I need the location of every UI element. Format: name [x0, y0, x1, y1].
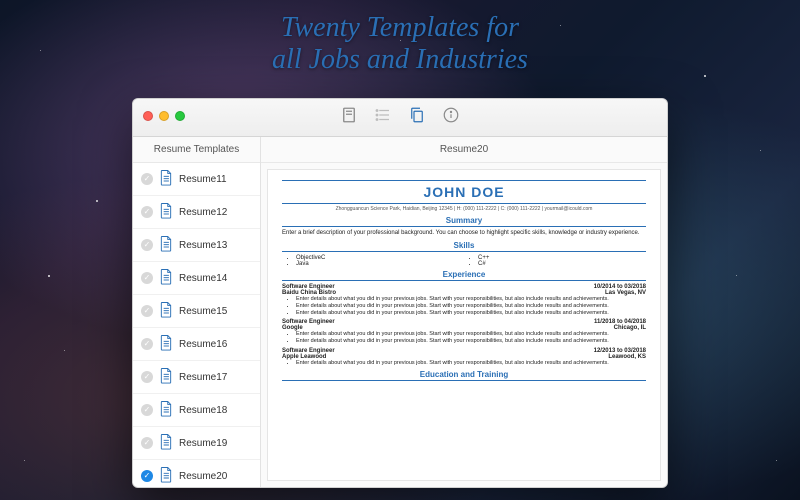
job-company: Baidu China Bistro [282, 290, 336, 296]
sidebar-item-label: Resume18 [179, 405, 227, 416]
sidebar-item[interactable]: Resume19 [133, 427, 260, 460]
check-icon [141, 437, 153, 449]
check-icon [141, 173, 153, 185]
sidebar-item-label: Resume19 [179, 438, 227, 449]
sidebar-item[interactable]: Resume16 [133, 328, 260, 361]
resume-document: JOHN DOE Zhongguancun Science Park, Haid… [267, 169, 661, 481]
maximize-button[interactable] [175, 111, 185, 121]
content-pane: Resume20 JOHN DOE Zhongguancun Science P… [261, 137, 667, 487]
promo-line-1: Twenty Templates for [0, 12, 800, 44]
job-bullet: Enter details about what you did in your… [296, 338, 646, 345]
job-location: Leawood, KS [608, 354, 646, 360]
skills-columns: ObjectiveCJava C++C# [282, 255, 646, 267]
sidebar-header: Resume Templates [133, 137, 260, 163]
sidebar-item-label: Resume13 [179, 240, 227, 251]
sidebar-item-label: Resume14 [179, 273, 227, 284]
job-bullet: Enter details about what you did in your… [296, 310, 646, 317]
job-location: Chicago, IL [614, 325, 646, 331]
check-icon [141, 404, 153, 416]
document-icon [159, 466, 173, 486]
sidebar-item[interactable]: Resume13 [133, 229, 260, 262]
document-icon [159, 400, 173, 420]
section-experience-heading: Experience [282, 270, 646, 281]
job-bullet: Enter details about what you did in your… [296, 296, 646, 303]
sidebar-item[interactable]: Resume18 [133, 394, 260, 427]
document-icon [159, 301, 173, 321]
sidebar-item[interactable]: Resume20 [133, 460, 260, 487]
job-entry: Software Engineer12/2013 to 03/2018Apple… [282, 348, 646, 367]
resume-contact: Zhongguancun Science Park, Haidian, Beij… [282, 206, 646, 212]
templates-icon[interactable] [340, 106, 358, 129]
minimize-button[interactable] [159, 111, 169, 121]
job-bullets: Enter details about what you did in your… [282, 360, 646, 367]
job-bullet: Enter details about what you did in your… [296, 331, 646, 338]
document-icon [159, 433, 173, 453]
job-entry: Software Engineer10/2014 to 03/2018Baidu… [282, 284, 646, 317]
promo-line-2: all Jobs and Industries [0, 44, 800, 76]
sidebar-item[interactable]: Resume11 [133, 163, 260, 196]
document-icon [159, 235, 173, 255]
sidebar-item-label: Resume17 [179, 372, 227, 383]
check-icon [141, 239, 153, 251]
skills-left: ObjectiveCJava [282, 255, 464, 267]
window-controls [143, 111, 185, 121]
check-icon [141, 371, 153, 383]
jobs-container: Software Engineer10/2014 to 03/2018Baidu… [282, 284, 646, 367]
job-bullets: Enter details about what you did in your… [282, 296, 646, 317]
job-entry: Software Engineer11/2018 to 04/2018Googl… [282, 319, 646, 345]
app-window: Resume Templates Resume11Resume12Resume1… [132, 98, 668, 488]
skill-item: C# [478, 261, 646, 267]
section-skills-heading: Skills [282, 241, 646, 252]
sidebar-item[interactable]: Resume17 [133, 361, 260, 394]
close-button[interactable] [143, 111, 153, 121]
section-education-heading: Education and Training [282, 370, 646, 381]
job-bullet: Enter details about what you did in your… [296, 303, 646, 310]
sidebar-list: Resume11 Resume12 Resume13 Resume14 Resume15… [133, 163, 260, 487]
sidebar-item-label: Resume11 [179, 174, 227, 185]
skills-right: C++C# [464, 255, 646, 267]
resume-name: JOHN DOE [282, 180, 646, 204]
promo-headline: Twenty Templates for all Jobs and Indust… [0, 12, 800, 76]
document-icon [159, 202, 173, 222]
sidebar-item-label: Resume20 [179, 471, 227, 482]
sidebar-item[interactable]: Resume12 [133, 196, 260, 229]
summary-text: Enter a brief description of your profes… [282, 230, 646, 238]
section-summary-heading: Summary [282, 216, 646, 227]
sidebar: Resume Templates Resume11Resume12Resume1… [133, 137, 261, 487]
skill-item: Java [296, 261, 464, 267]
job-bullets: Enter details about what you did in your… [282, 331, 646, 345]
document-icon [159, 367, 173, 387]
info-icon[interactable] [442, 106, 460, 129]
check-icon [141, 470, 153, 482]
document-icon [159, 169, 173, 189]
copy-icon[interactable] [408, 106, 426, 129]
sidebar-item-label: Resume15 [179, 306, 227, 317]
content-title: Resume20 [261, 137, 667, 163]
sidebar-item[interactable]: Resume14 [133, 262, 260, 295]
check-icon [141, 272, 153, 284]
job-bullet: Enter details about what you did in your… [296, 360, 646, 367]
job-location: Las Vegas, NV [605, 290, 646, 296]
document-icon [159, 334, 173, 354]
window-titlebar [133, 99, 667, 137]
check-icon [141, 305, 153, 317]
list-icon[interactable] [374, 106, 392, 129]
sidebar-item[interactable]: Resume15 [133, 295, 260, 328]
check-icon [141, 206, 153, 218]
document-icon [159, 268, 173, 288]
sidebar-item-label: Resume12 [179, 207, 227, 218]
toolbar [340, 106, 460, 129]
check-icon [141, 338, 153, 350]
sidebar-item-label: Resume16 [179, 339, 227, 350]
